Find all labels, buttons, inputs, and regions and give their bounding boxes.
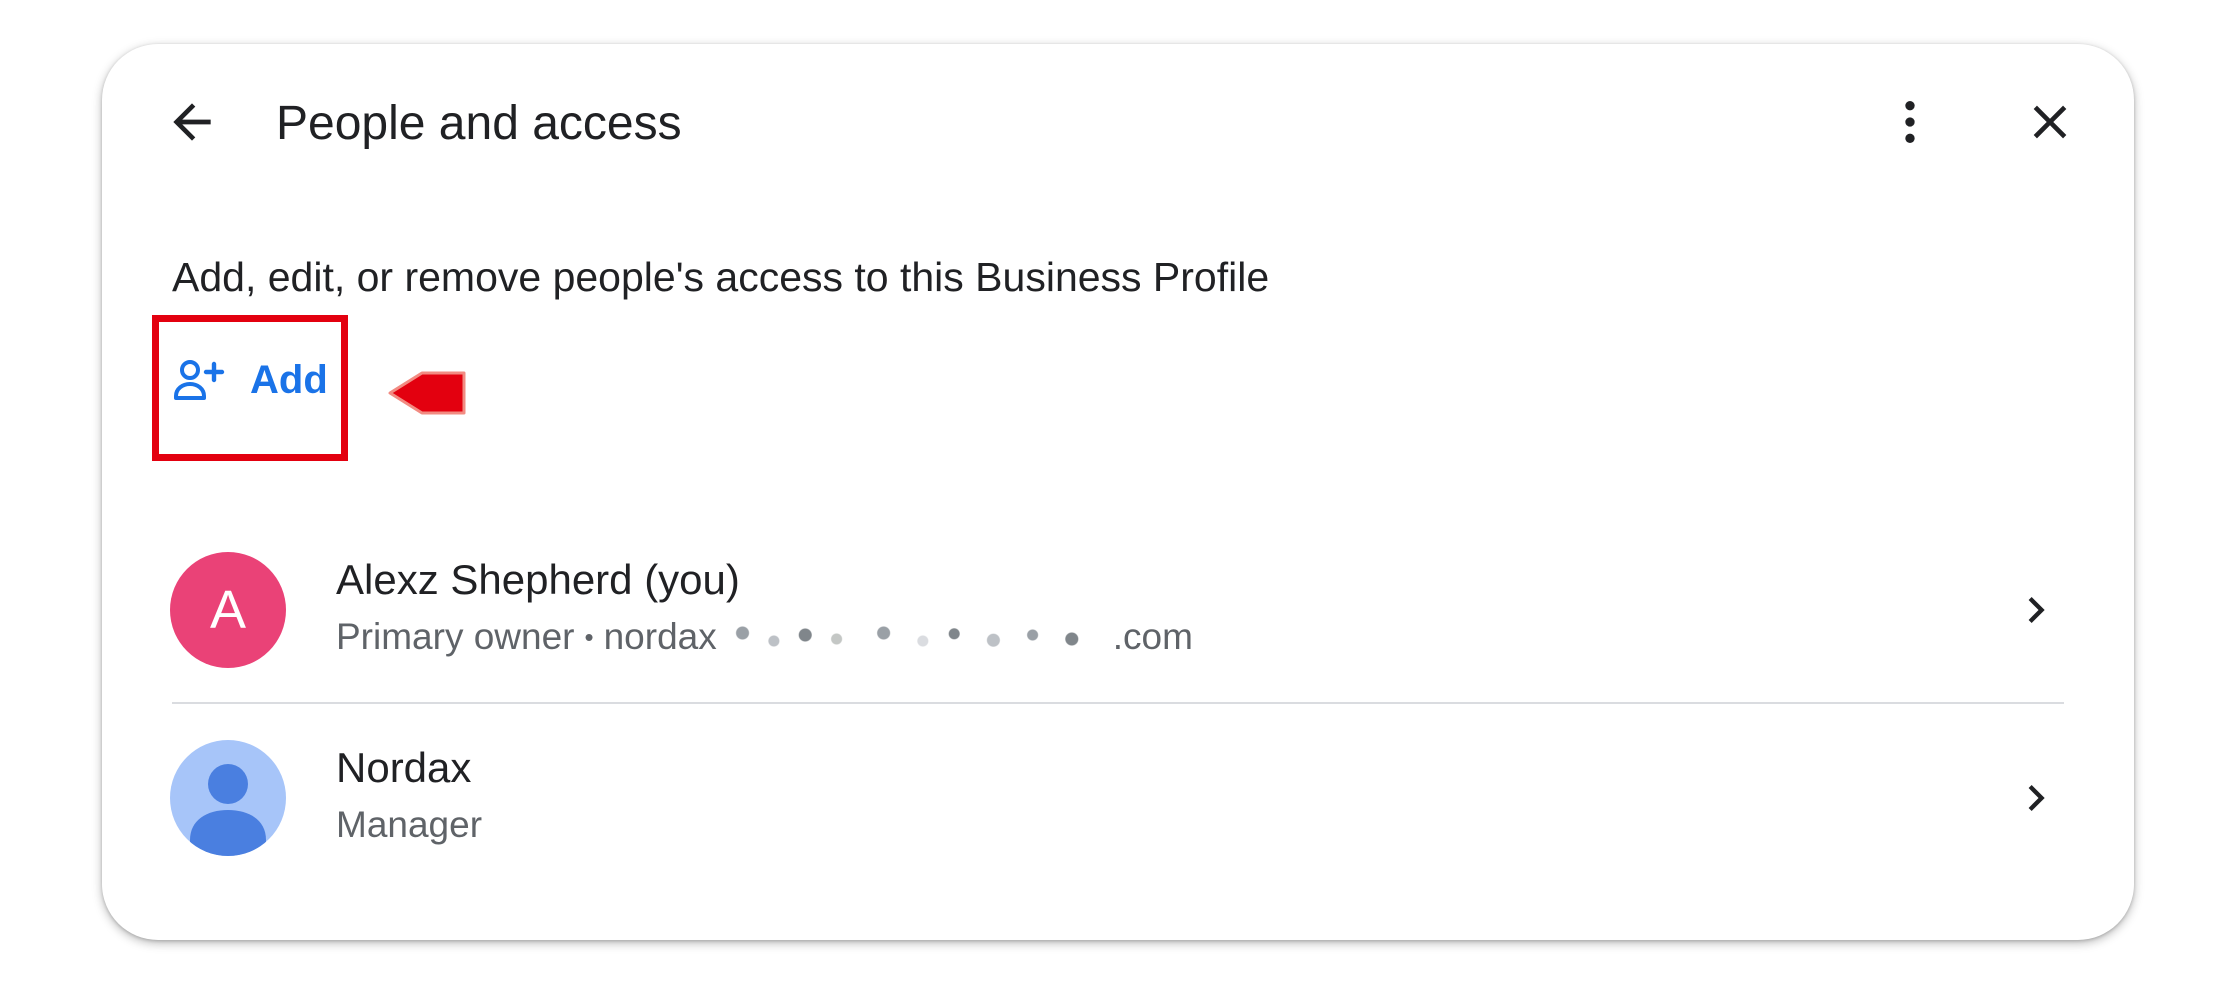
person-detail: Primary owner • nordax .com xyxy=(336,616,1193,658)
chevron-right-icon xyxy=(2006,768,2066,828)
chevron-right-icon xyxy=(2006,580,2066,640)
divider xyxy=(172,702,2064,704)
close-icon xyxy=(2033,105,2067,139)
more-options-button[interactable] xyxy=(1868,80,1952,164)
add-button-label: Add xyxy=(250,357,328,402)
person-row-owner[interactable]: A Alexz Shepherd (you) Primary owner • n… xyxy=(170,544,2066,684)
person-add-icon xyxy=(172,356,228,404)
person-name: Alexz Shepherd (you) xyxy=(336,556,740,603)
person-role: Manager xyxy=(336,804,483,845)
person-name: Nordax xyxy=(336,744,472,791)
person-role: Primary owner xyxy=(336,616,575,657)
people-and-access-dialog: People and access Add, edit, or remove p… xyxy=(102,44,2134,940)
avatar xyxy=(170,740,286,856)
arrow-left-icon xyxy=(173,103,211,141)
page-title: People and access xyxy=(276,97,682,150)
close-button[interactable] xyxy=(2008,80,2092,164)
person-row-manager[interactable]: Nordax Manager xyxy=(170,732,2066,872)
redacted-email xyxy=(718,617,1111,657)
person-icon xyxy=(190,764,266,856)
red-arrow-left-icon xyxy=(388,371,466,415)
more-vert-icon xyxy=(1905,101,1915,143)
access-description: Add, edit, or remove people's access to … xyxy=(172,254,1270,300)
add-person-button[interactable]: Add xyxy=(164,324,356,436)
avatar-letter: A xyxy=(209,580,247,640)
separator-dot: • xyxy=(584,621,594,652)
back-button[interactable] xyxy=(150,80,234,164)
avatar: A xyxy=(170,552,286,668)
email-suffix: .com xyxy=(1112,616,1193,657)
email-prefix: nordax xyxy=(603,616,717,657)
